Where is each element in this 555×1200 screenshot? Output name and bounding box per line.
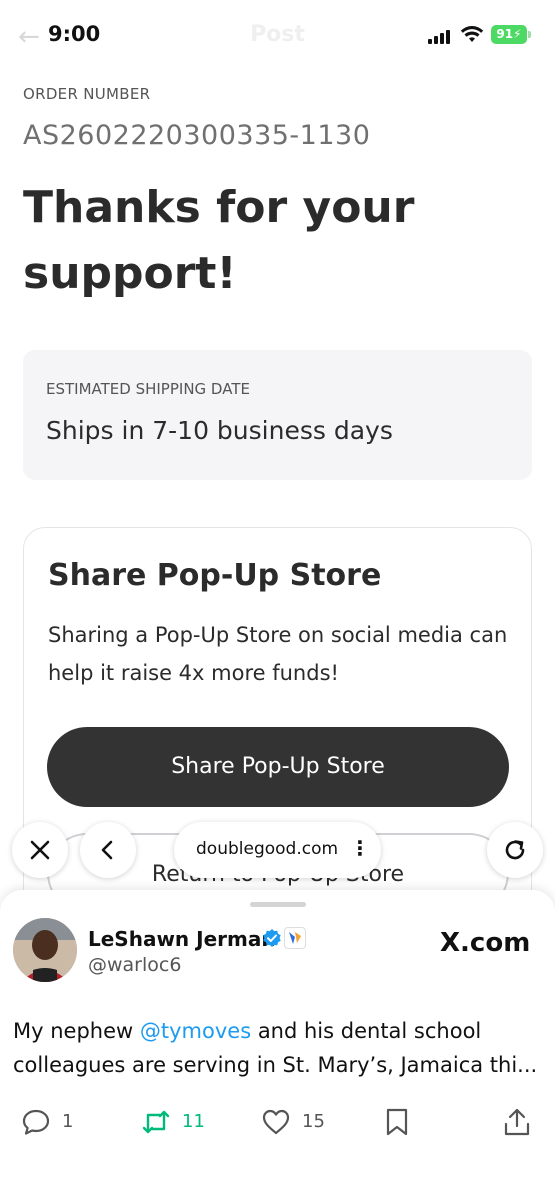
reload-icon <box>505 840 525 860</box>
browser-back-button[interactable] <box>80 822 136 878</box>
tweet-preview-sheet: LeShawn Jerman @warloc6 X.com My nephew … <box>0 890 555 1200</box>
x-com-logo: X.com <box>440 928 531 958</box>
reply-count: 1 <box>62 1111 74 1132</box>
retweet-button[interactable]: 11 <box>140 1106 210 1138</box>
verified-badge-icon <box>263 929 281 947</box>
chevron-left-icon <box>101 840 113 860</box>
shipping-estimate-card: ESTIMATED SHIPPING DATE Ships in 7-10 bu… <box>23 350 532 480</box>
share-button[interactable] <box>501 1106 533 1138</box>
wifi-icon <box>460 26 484 42</box>
reply-button[interactable]: 1 <box>20 1106 80 1138</box>
order-number: AS2602220300335-1130 <box>23 120 371 151</box>
affiliation-badge-icon <box>284 927 306 949</box>
retweet-count: 11 <box>182 1111 205 1132</box>
share-popup-store-button[interactable]: Share Pop-Up Store <box>47 727 509 807</box>
retweet-icon <box>142 1110 170 1134</box>
tweet-actions-bar: 1 11 15 <box>0 1102 555 1142</box>
page-title: Thanks for your support! <box>23 182 415 299</box>
battery-level: 91 <box>496 27 514 41</box>
tweet-author-handle[interactable]: @warloc6 <box>88 954 181 976</box>
close-icon <box>30 840 50 860</box>
url-text: doublegood.com <box>196 839 339 859</box>
tweet-text: My nephew @tymoves and his dental school… <box>13 1014 548 1082</box>
avatar[interactable] <box>13 918 77 982</box>
tweet-text-start: My nephew <box>13 1019 140 1043</box>
share-card-description: Sharing a Pop-Up Store on social media c… <box>48 623 508 685</box>
like-count: 15 <box>302 1111 325 1132</box>
like-button[interactable]: 15 <box>260 1106 330 1138</box>
cellular-signal-icon <box>428 30 454 44</box>
close-browser-button[interactable] <box>12 822 68 878</box>
share-card-title: Share Pop-Up Store <box>48 558 382 593</box>
url-bar[interactable]: doublegood.com ⋮ <box>174 822 381 878</box>
status-bar: ← 9:00 Post 91⚡ <box>0 0 555 70</box>
bookmark-button[interactable] <box>381 1106 413 1138</box>
order-number-label: ORDER NUMBER <box>23 85 151 103</box>
tweet-mention-link[interactable]: @tymoves <box>140 1019 251 1043</box>
share-store-card: Share Pop-Up Store Sharing a Pop-Up Stor… <box>23 527 532 947</box>
avatar-image <box>13 918 77 982</box>
reload-button[interactable] <box>487 822 543 878</box>
battery-icon: 91⚡ <box>491 25 531 44</box>
reply-icon <box>22 1109 50 1135</box>
tweet-author-name[interactable]: LeShawn Jerman <box>88 927 276 951</box>
more-options-icon[interactable]: ⋮ <box>350 836 370 860</box>
bookmark-icon <box>386 1108 408 1136</box>
heart-icon <box>262 1109 290 1135</box>
shipping-date-label: ESTIMATED SHIPPING DATE <box>46 380 250 398</box>
shipping-date-value: Ships in 7-10 business days <box>46 416 393 445</box>
share-icon <box>504 1108 530 1136</box>
sheet-grabber[interactable] <box>250 902 306 907</box>
